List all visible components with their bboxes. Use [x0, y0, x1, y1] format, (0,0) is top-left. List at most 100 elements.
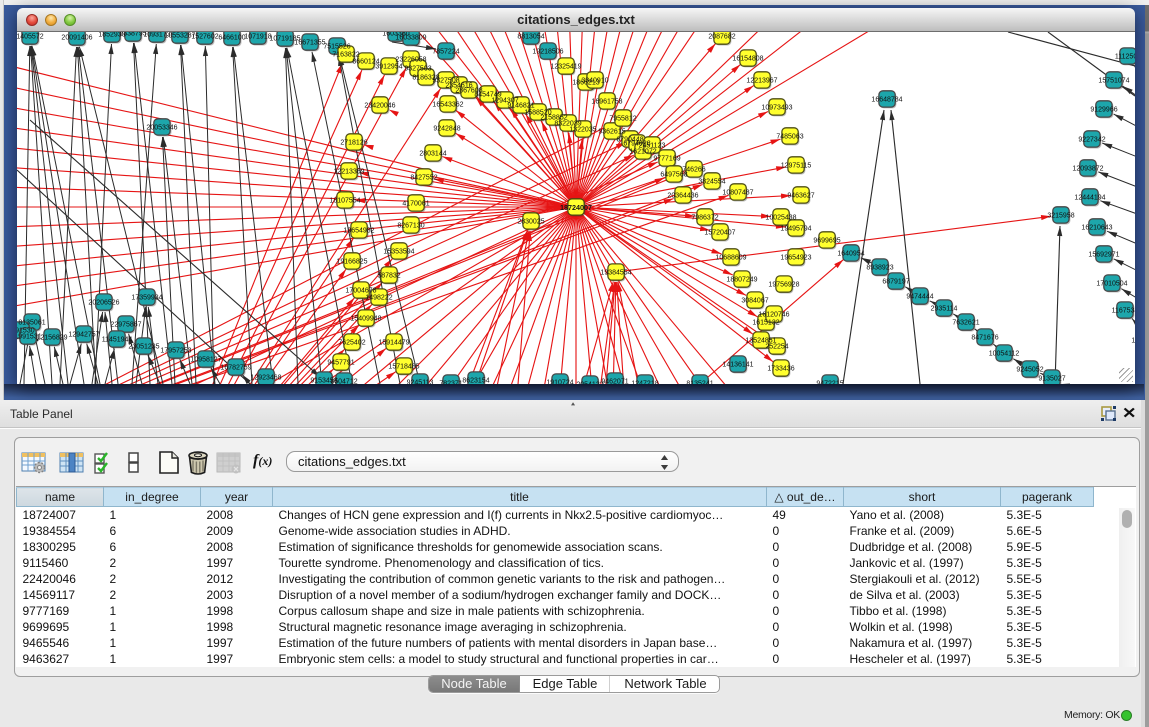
svg-text:1071918: 1071918: [244, 33, 271, 40]
svg-text:17957253: 17957253: [160, 347, 191, 354]
svg-text:1498222: 1498222: [365, 294, 392, 301]
svg-text:1322035: 1322035: [569, 126, 596, 133]
svg-text:8813054: 8813054: [517, 33, 544, 40]
svg-text:9362615: 9362615: [598, 128, 625, 135]
svg-text:19495794: 19495794: [780, 225, 811, 232]
svg-text:1621072: 1621072: [629, 148, 656, 155]
svg-text:15409948: 15409948: [350, 315, 381, 322]
svg-text:746266: 746266: [682, 166, 705, 173]
svg-text:3824554: 3824554: [698, 178, 725, 185]
svg-text:7955812: 7955812: [609, 115, 636, 122]
svg-text:12213967: 12213967: [746, 77, 777, 84]
svg-text:8471676: 8471676: [971, 334, 998, 341]
svg-text:18724007: 18724007: [560, 203, 592, 212]
svg-text:16210643: 16210643: [1081, 224, 1112, 231]
svg-text:9146821: 9146821: [507, 102, 534, 109]
svg-text:3912954: 3912954: [375, 63, 402, 70]
svg-text:2451123: 2451123: [639, 142, 666, 149]
svg-text:23420046: 23420046: [364, 102, 395, 109]
svg-text:7632621: 7632621: [952, 319, 979, 326]
svg-text:252254: 252254: [765, 343, 788, 350]
svg-text:7163822: 7163822: [332, 51, 359, 58]
svg-text:1615132: 1615132: [752, 319, 779, 326]
svg-text:9242848: 9242848: [433, 125, 460, 132]
svg-text:2087682: 2087682: [708, 33, 735, 40]
svg-text:19384554: 19384554: [600, 269, 631, 276]
svg-text:2054122: 2054122: [576, 381, 603, 384]
svg-text:3340910: 3340910: [581, 77, 608, 84]
svg-text:10958127: 10958127: [190, 356, 221, 363]
svg-text:4170061: 4170061: [402, 200, 429, 207]
svg-text:8504712: 8504712: [330, 378, 357, 384]
svg-text:7857224: 7857224: [432, 48, 459, 55]
svg-text:15692971: 15692971: [1088, 251, 1119, 258]
svg-text:10054112: 10054112: [989, 350, 1020, 357]
svg-text:17004678: 17004678: [345, 287, 376, 294]
svg-text:8135061: 8135061: [18, 319, 45, 326]
svg-text:14136141: 14136141: [722, 361, 753, 368]
svg-text:2718126: 2718126: [340, 139, 367, 146]
svg-text:7485063: 7485063: [776, 133, 803, 140]
svg-text:23226058: 23226058: [395, 56, 426, 63]
svg-text:16033809: 16033809: [395, 34, 426, 41]
svg-text:3084067: 3084067: [741, 297, 768, 304]
svg-text:2830025: 2830025: [517, 218, 544, 225]
svg-text:12975115: 12975115: [781, 162, 812, 169]
svg-text:20053346: 20053346: [146, 124, 177, 131]
svg-text:15718485: 15718485: [388, 363, 419, 370]
svg-text:12923468: 12923468: [250, 374, 281, 381]
svg-text:20206526: 20206526: [88, 299, 119, 306]
svg-text:1733436: 1733436: [767, 365, 794, 372]
svg-text:9699695: 9699695: [813, 237, 840, 244]
svg-text:6466100: 6466100: [218, 34, 245, 41]
svg-text:9227342: 9227342: [1078, 136, 1105, 143]
svg-text:9472215: 9472215: [816, 380, 843, 384]
svg-text:9245113: 9245113: [407, 379, 434, 384]
svg-text:7515526: 7515526: [323, 43, 350, 50]
svg-text:15751074: 15751074: [1098, 77, 1129, 84]
svg-text:1527602: 1527602: [191, 33, 218, 40]
svg-text:23051235: 23051235: [128, 343, 159, 350]
svg-text:19654923: 19654923: [780, 254, 811, 261]
svg-text:9245052: 9245052: [1016, 366, 1043, 373]
svg-text:9135027: 9135027: [1038, 375, 1065, 382]
svg-text:15914479: 15914479: [378, 339, 409, 346]
svg-text:9129966: 9129966: [1090, 106, 1117, 113]
svg-text:11451944: 11451944: [102, 336, 133, 343]
svg-text:1247218: 1247218: [631, 380, 658, 384]
svg-text:12093872: 12093872: [1072, 165, 1103, 172]
svg-text:12325419: 12325419: [550, 63, 581, 70]
svg-text:3215958: 3215958: [1047, 212, 1074, 219]
svg-text:20091406: 20091406: [61, 34, 92, 41]
svg-text:10025438: 10025438: [765, 214, 796, 221]
svg-text:6879197: 6879197: [882, 278, 909, 285]
svg-text:2803144: 2803144: [419, 150, 446, 157]
svg-text:20364436: 20364436: [667, 192, 698, 199]
svg-text:12444194: 12444194: [1074, 194, 1105, 201]
svg-text:8135241: 8135241: [686, 380, 713, 384]
svg-text:1640954: 1640954: [837, 250, 864, 257]
svg-text:587832: 587832: [377, 272, 400, 279]
svg-text:12213369: 12213369: [333, 168, 364, 175]
svg-text:1287532: 1287532: [1131, 337, 1135, 344]
svg-text:16782759: 16782759: [220, 364, 251, 371]
svg-text:16543362: 16543362: [432, 101, 463, 108]
svg-text:16671355: 16671355: [294, 39, 325, 46]
svg-text:18107554: 18107554: [329, 197, 360, 204]
svg-text:8623154: 8623154: [462, 377, 489, 384]
svg-text:782371: 782371: [439, 380, 462, 384]
svg-text:2935114: 2935114: [931, 305, 958, 312]
svg-text:22975867: 22975867: [110, 321, 141, 328]
svg-text:17010504: 17010504: [1096, 280, 1127, 287]
svg-text:9777169: 9777169: [653, 155, 680, 162]
svg-text:12942757: 12942757: [68, 331, 99, 338]
svg-text:19166825: 19166825: [336, 258, 367, 265]
svg-text:9463627: 9463627: [787, 192, 814, 199]
svg-text:8427552: 8427552: [410, 174, 437, 181]
svg-text:12156829: 12156829: [36, 334, 67, 341]
svg-text:15720407: 15720407: [704, 229, 735, 236]
svg-text:10807487: 10807487: [722, 189, 753, 196]
svg-text:7986372: 7986372: [691, 214, 718, 221]
svg-text:17359934: 17359934: [131, 294, 162, 301]
svg-text:8267130: 8267130: [397, 222, 424, 229]
